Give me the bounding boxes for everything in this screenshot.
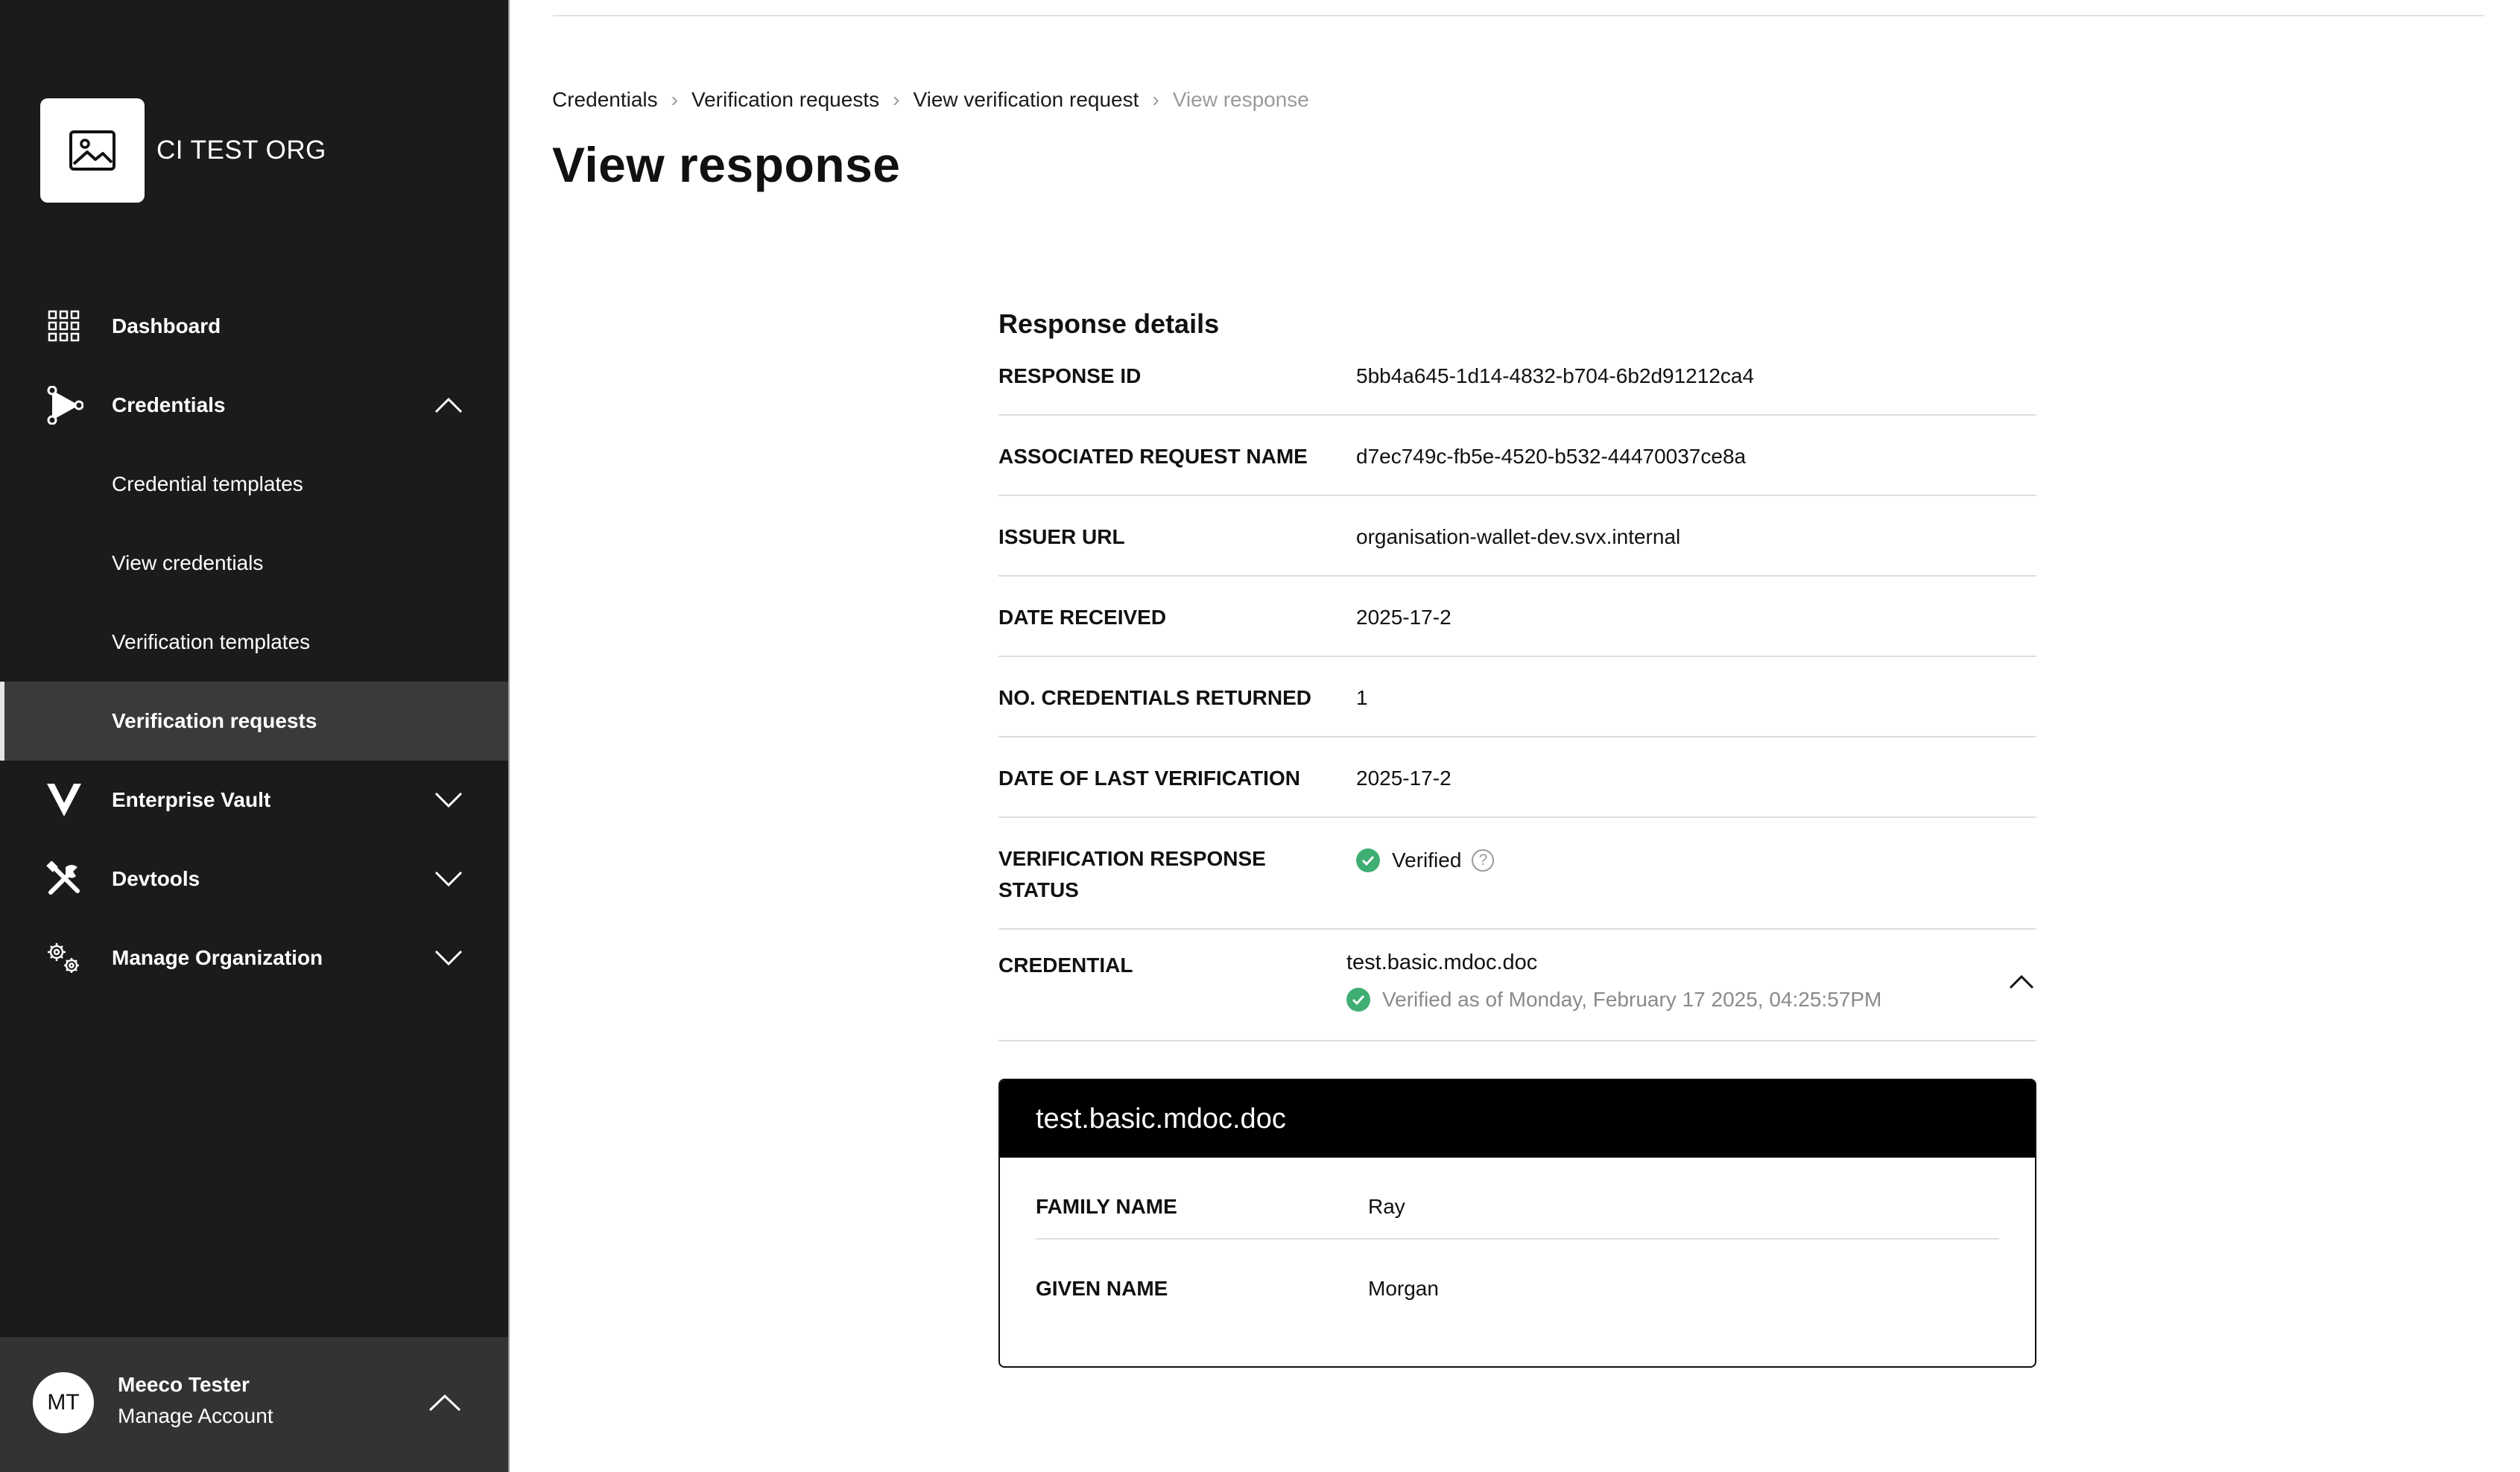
detail-value: 2025-17-2: [1356, 606, 1451, 629]
breadcrumb-verification-requests[interactable]: Verification requests: [691, 88, 879, 112]
vault-icon: [43, 779, 85, 821]
credential-verified-status: Verified as of Monday, February 17 2025,…: [1346, 988, 1881, 1012]
sidebar-item-label: View credentials: [112, 551, 264, 574]
detail-row-date-received: DATE RECEIVED 2025-17-2: [998, 577, 2036, 657]
account-menu[interactable]: MT Meeco Tester Manage Account: [0, 1337, 508, 1472]
org-logo-image-icon: [40, 98, 145, 203]
sidebar-item-label: Verification requests: [112, 709, 317, 732]
sidebar-item-label: Verification templates: [112, 630, 311, 653]
status-badge: Verified ?: [1356, 845, 1495, 876]
sidebar-item-verification-templates[interactable]: Verification templates: [0, 603, 508, 682]
chevron-down-icon[interactable]: [434, 785, 463, 815]
tools-icon: [43, 858, 85, 900]
chevron-right-icon: ›: [671, 88, 678, 111]
check-circle-icon: [1356, 848, 1380, 872]
detail-row-response-id: RESPONSE ID 5bb4a645-1d14-4832-b704-6b2d…: [998, 350, 2036, 416]
detail-key: VERIFICATION RESPONSE STATUS: [998, 847, 1266, 901]
manage-account-link[interactable]: Manage Account: [118, 1404, 273, 1428]
sidebar-item-credentials[interactable]: Credentials: [0, 366, 508, 445]
detail-row-credentials-returned: NO. CREDENTIALS RETURNED 1: [998, 657, 2036, 737]
credential-card-title: test.basic.mdoc.doc: [1000, 1080, 2035, 1158]
sidebar: CI TEST ORG Dashboard Credentials Creden…: [0, 0, 508, 1472]
sidebar-item-label: Dashboard: [112, 314, 221, 337]
org-name: CI TEST ORG: [156, 136, 326, 165]
sidebar-item-credential-templates[interactable]: Credential templates: [0, 445, 508, 524]
account-name: Meeco Tester: [118, 1373, 250, 1396]
chevron-down-icon[interactable]: [434, 943, 463, 973]
card-row-given-name: GIVEN NAME Morgan: [1036, 1240, 1999, 1320]
card-row-family-name: FAMILY NAME Ray: [1036, 1158, 1999, 1240]
detail-key: ASSOCIATED REQUEST NAME: [998, 445, 1308, 468]
breadcrumb: Credentials › Verification requests › Vi…: [552, 88, 1309, 112]
sidebar-item-verification-requests[interactable]: Verification requests: [0, 682, 508, 761]
detail-row-associated-request: ASSOCIATED REQUEST NAME d7ec749c-fb5e-45…: [998, 416, 2036, 496]
detail-key: DATE OF LAST VERIFICATION: [998, 767, 1300, 790]
sidebar-item-label: Credentials: [112, 393, 226, 416]
help-icon[interactable]: ?: [1472, 849, 1495, 872]
detail-value: organisation-wallet-dev.svx.internal: [1356, 525, 1681, 548]
sidebar-item-label: Enterprise Vault: [112, 788, 271, 811]
page-title: View response: [552, 137, 901, 192]
detail-row-status: VERIFICATION RESPONSE STATUS Verified ?: [998, 818, 2036, 930]
sidebar-item-label: Credential templates: [112, 472, 303, 495]
sidebar-item-label: Manage Organization: [112, 946, 323, 969]
section-title: Response details: [998, 308, 1220, 339]
sidebar-item-label: Devtools: [112, 867, 200, 890]
chevron-right-icon: ›: [1152, 88, 1159, 111]
sidebar-item-view-credentials[interactable]: View credentials: [0, 524, 508, 603]
credential-card: test.basic.mdoc.doc FAMILY NAME Ray GIVE…: [998, 1079, 2036, 1368]
card-key: FAMILY NAME: [1036, 1195, 1177, 1218]
card-value: Morgan: [1368, 1277, 1439, 1300]
chevron-down-icon[interactable]: [434, 864, 463, 894]
detail-row-issuer-url: ISSUER URL organisation-wallet-dev.svx.i…: [998, 496, 2036, 577]
chevron-up-icon[interactable]: [2007, 967, 2036, 997]
verified-text: Verified as of Monday, February 17 2025,…: [1382, 988, 1882, 1011]
detail-key: ISSUER URL: [998, 525, 1125, 548]
status-text: Verified: [1392, 848, 1462, 872]
sidebar-item-devtools[interactable]: Devtools: [0, 840, 508, 919]
chevron-up-icon[interactable]: [428, 1388, 462, 1418]
sidebar-item-dashboard[interactable]: Dashboard: [0, 287, 508, 366]
credential-row[interactable]: CREDENTIAL test.basic.mdoc.doc Verified …: [998, 930, 2036, 1041]
breadcrumb-current: View response: [1172, 88, 1309, 111]
detail-row-last-verification: DATE OF LAST VERIFICATION 2025-17-2: [998, 737, 2036, 818]
check-circle-icon: [1346, 988, 1370, 1012]
detail-key: DATE RECEIVED: [998, 606, 1167, 629]
avatar: MT: [33, 1372, 94, 1433]
credentials-icon: [43, 384, 85, 426]
chevron-up-icon[interactable]: [434, 390, 463, 420]
detail-value: 5bb4a645-1d14-4832-b704-6b2d91212ca4: [1356, 364, 1755, 387]
org-switcher[interactable]: CI TEST ORG: [40, 98, 326, 203]
card-value: Ray: [1368, 1195, 1405, 1218]
response-details: Response details RESPONSE ID 5bb4a645-1d…: [998, 298, 2036, 1041]
detail-value: 2025-17-2: [1356, 767, 1451, 790]
detail-value: 1: [1356, 686, 1368, 709]
credential-name: test.basic.mdoc.doc: [1346, 951, 1538, 974]
sidebar-item-enterprise-vault[interactable]: Enterprise Vault: [0, 761, 508, 840]
grid-icon: [43, 305, 85, 347]
detail-value: d7ec749c-fb5e-4520-b532-44470037ce8a: [1356, 445, 1747, 468]
detail-key: NO. CREDENTIALS RETURNED: [998, 686, 1312, 709]
breadcrumb-view-verification-request[interactable]: View verification request: [913, 88, 1139, 112]
gears-icon: [43, 937, 85, 979]
sidebar-divider: [508, 0, 510, 1472]
sidebar-item-manage-organization[interactable]: Manage Organization: [0, 919, 508, 997]
card-key: GIVEN NAME: [1036, 1277, 1168, 1300]
chevron-right-icon: ›: [893, 88, 900, 111]
detail-key: CREDENTIAL: [998, 954, 1133, 977]
detail-key: RESPONSE ID: [998, 364, 1142, 387]
breadcrumb-credentials[interactable]: Credentials: [552, 88, 658, 112]
header-divider: [553, 15, 2484, 16]
